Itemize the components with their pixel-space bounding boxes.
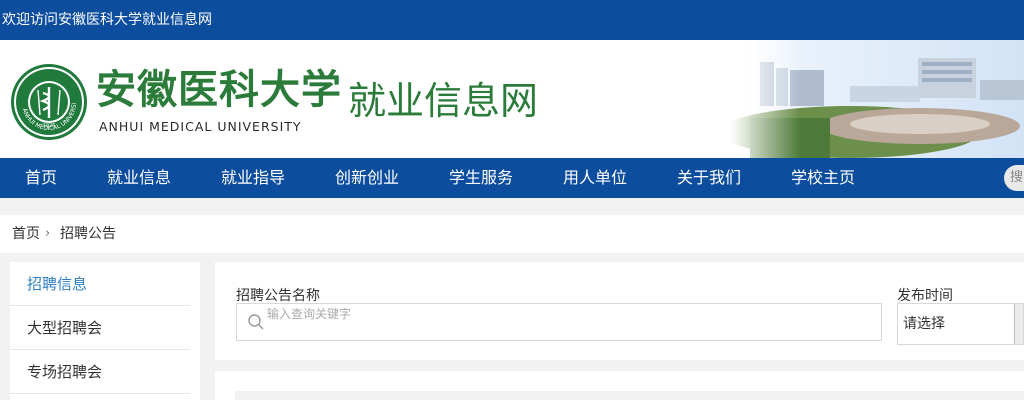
search-icon[interactable] bbox=[247, 313, 265, 331]
nav-search-box[interactable]: 搜 bbox=[1004, 165, 1024, 191]
breadcrumb-current: 招聘公告 bbox=[60, 226, 116, 242]
nav-item-innovation[interactable]: 创新创业 bbox=[335, 158, 399, 198]
publish-time-value: 请选择 bbox=[903, 316, 945, 332]
breadcrumb-separator-icon: › bbox=[45, 226, 51, 241]
sidebar-item-special-fair[interactable]: 专场招聘会 bbox=[10, 350, 190, 394]
breadcrumb-home[interactable]: 首页 bbox=[12, 215, 40, 253]
search-box bbox=[236, 303, 882, 341]
announcement-name-label: 招聘公告名称 bbox=[236, 288, 320, 304]
sidebar-item-recruitment-info[interactable]: 招聘信息 bbox=[10, 262, 190, 306]
welcome-text: 欢迎访问安徽医科大学就业信息网 bbox=[2, 12, 212, 28]
university-seal-icon[interactable]: 1926 ANHUI MEDICAL UNIVERSITY bbox=[10, 63, 88, 141]
nav-item-employers[interactable]: 用人单位 bbox=[563, 158, 627, 198]
university-name-cn: 安徽医科大学 bbox=[96, 66, 342, 113]
sidebar-item-job-fair[interactable]: 大型招聘会 bbox=[10, 306, 190, 350]
sidebar: 招聘信息 大型招聘会 专场招聘会 bbox=[10, 262, 200, 400]
nav-item-home[interactable]: 首页 bbox=[25, 158, 57, 198]
university-name-en: ANHUI MEDICAL UNIVERSITY bbox=[99, 119, 302, 134]
filter-panel: 招聘公告名称 发布时间 请选择 bbox=[215, 262, 1024, 360]
campus-photo bbox=[730, 40, 1024, 158]
chevron-down-icon[interactable] bbox=[1014, 304, 1023, 344]
top-welcome-bar: 欢迎访问安徽医科大学就业信息网 bbox=[0, 0, 1024, 40]
list-header bbox=[235, 391, 1024, 400]
main-nav: 首页 就业信息 就业指导 创新创业 学生服务 用人单位 关于我们 学校主页 搜 bbox=[0, 158, 1024, 198]
breadcrumb: 首页 › 招聘公告 bbox=[0, 215, 1024, 253]
nav-item-career-guidance[interactable]: 就业指导 bbox=[221, 158, 285, 198]
site-title: 就业信息网 bbox=[348, 79, 539, 123]
site-header: 1926 ANHUI MEDICAL UNIVERSITY 安徽医科大学 ANH… bbox=[0, 40, 1024, 158]
nav-item-school-home[interactable]: 学校主页 bbox=[791, 158, 855, 198]
search-input[interactable] bbox=[267, 304, 867, 324]
announcement-list-panel bbox=[215, 371, 1024, 400]
nav-item-about-us[interactable]: 关于我们 bbox=[677, 158, 741, 198]
publish-time-select[interactable]: 请选择 bbox=[897, 303, 1024, 345]
publish-time-label: 发布时间 bbox=[897, 288, 953, 304]
nav-item-student-services[interactable]: 学生服务 bbox=[449, 158, 513, 198]
nav-item-employment-info[interactable]: 就业信息 bbox=[107, 158, 171, 198]
